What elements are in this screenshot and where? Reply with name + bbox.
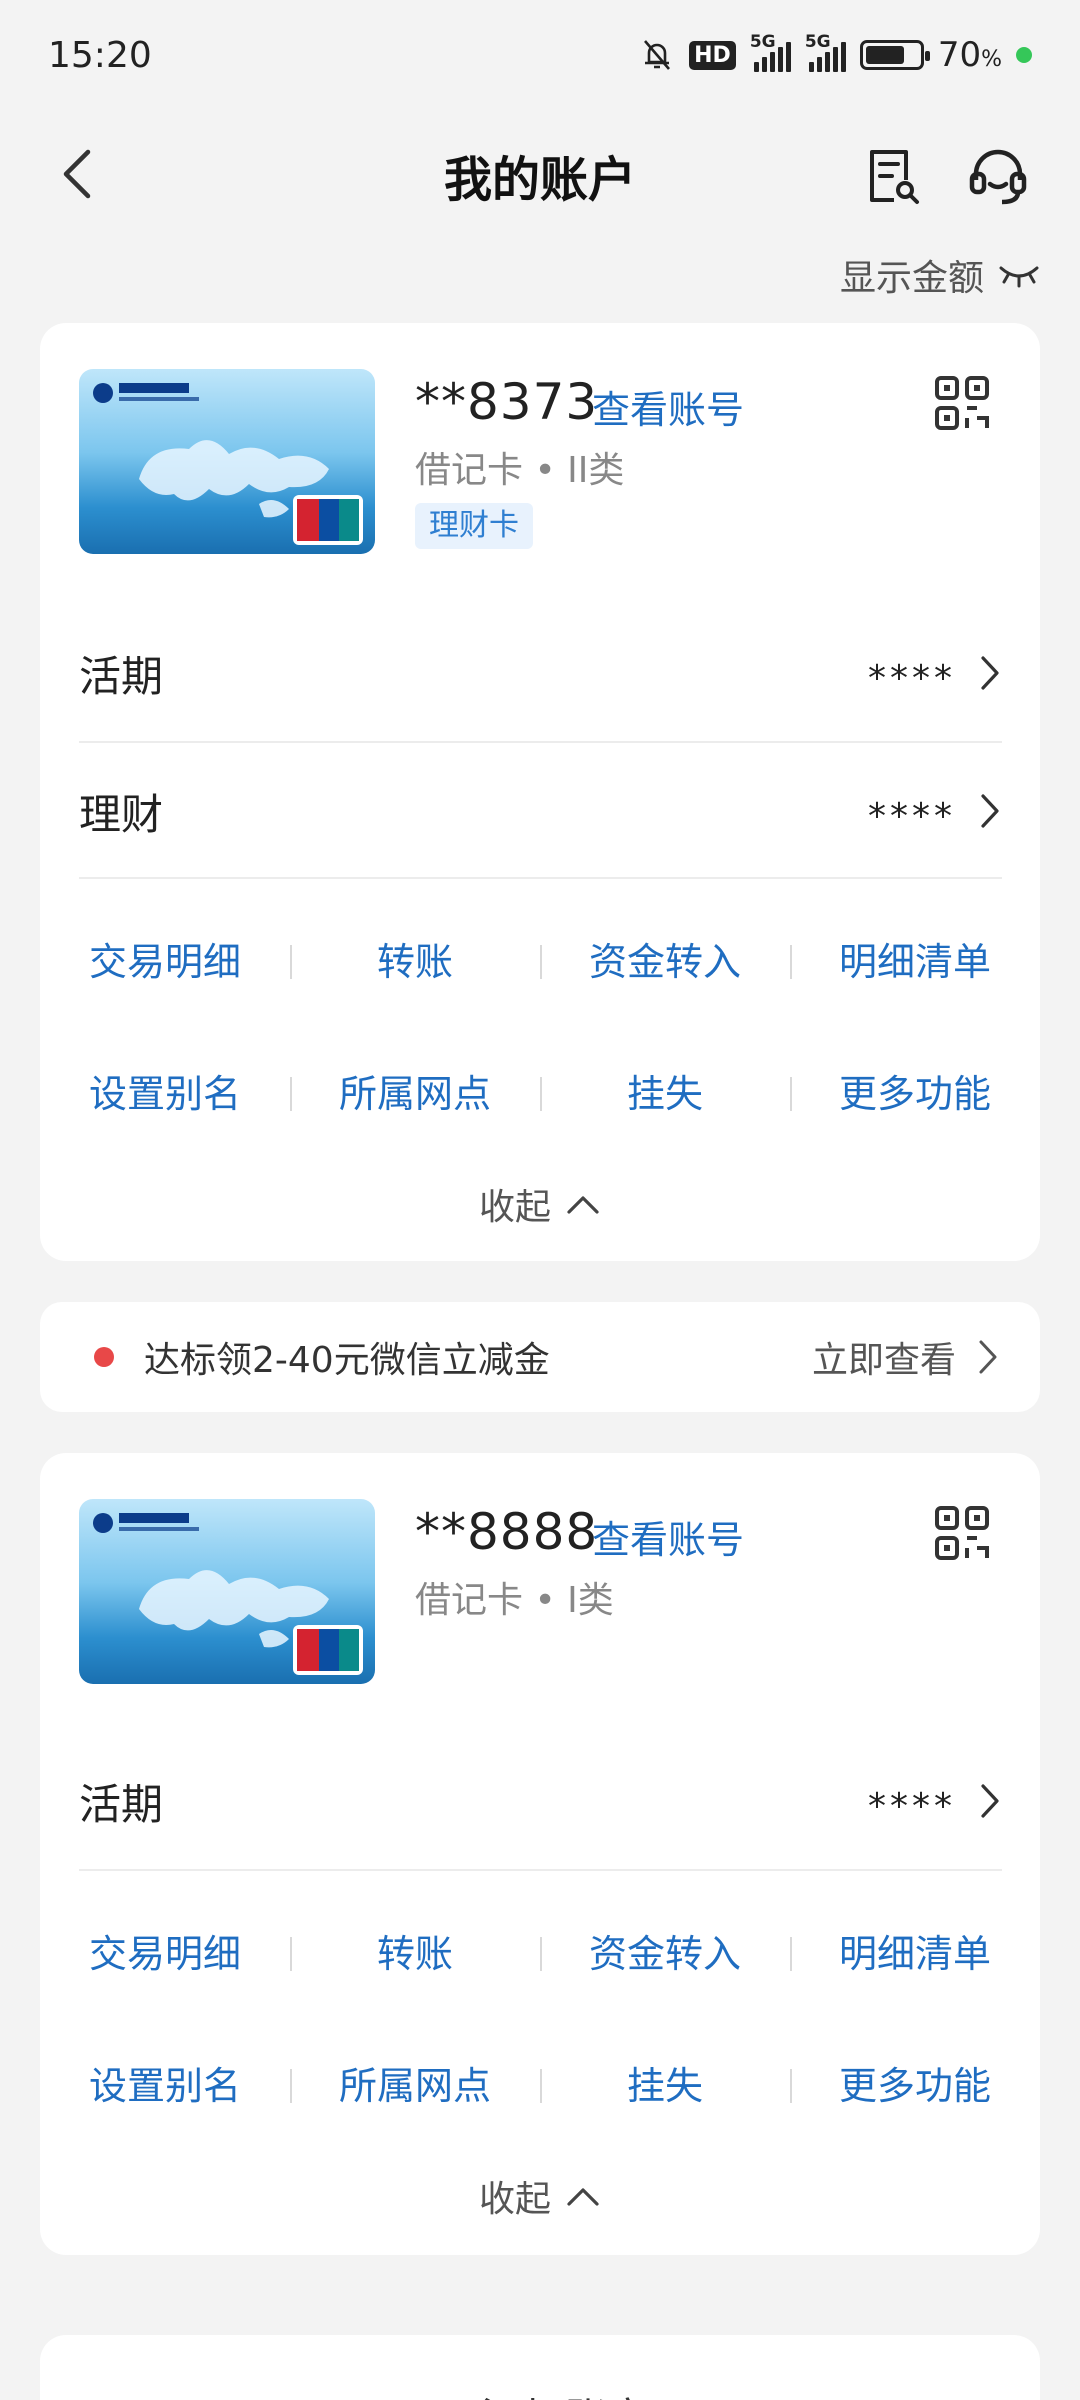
promo-dot-icon	[94, 1347, 114, 1367]
branch-button[interactable]: 所属网点	[290, 2055, 540, 2110]
account-card: **8373 查看账号 借记卡 • II类 理财卡 活期 **** 理财 ***…	[40, 323, 1040, 1261]
statement-button[interactable]: 明细清单	[790, 1923, 1040, 1978]
row-label: 活期	[79, 651, 164, 701]
transfer-button[interactable]: 转账	[290, 1923, 540, 1978]
chevron-right-icon	[981, 656, 999, 690]
battery-icon	[859, 40, 930, 70]
set-alias-button[interactable]: 设置别名	[40, 2055, 290, 2110]
account-number: **8888	[415, 1503, 599, 1561]
back-button[interactable]	[50, 144, 110, 204]
more-functions-button[interactable]: 更多功能	[790, 2055, 1040, 2110]
hd-icon: HD	[689, 40, 736, 70]
collapse-button[interactable]: 收起	[40, 1169, 1040, 1239]
card-type: 借记卡 • II类	[415, 450, 625, 491]
chevron-left-icon	[63, 149, 91, 199]
statement-button[interactable]: 明细清单	[790, 931, 1040, 986]
promo-text: 达标领2-40元微信立减金	[144, 1340, 550, 1381]
account-row-current[interactable]: 活期 ****	[79, 605, 1002, 741]
set-alias-button[interactable]: 设置别名	[40, 1063, 290, 1118]
privacy-indicator-icon	[1016, 47, 1032, 63]
fund-transfer-in-button[interactable]: 资金转入	[540, 931, 790, 986]
chevron-right-icon	[981, 1784, 999, 1818]
view-account-number-link[interactable]: 查看账号	[592, 379, 744, 434]
account-row-current[interactable]: 活期 ****	[79, 1733, 1002, 1869]
qr-code-icon	[935, 1506, 989, 1560]
account-number: **8373	[415, 373, 599, 431]
qr-code-icon	[935, 376, 989, 430]
action-row: 交易明细 转账 资金转入 明细清单	[40, 1905, 1040, 1995]
row-label: 理财	[79, 789, 164, 839]
action-row: 交易明细 转账 资金转入 明细清单	[40, 913, 1040, 1003]
chevron-up-icon	[567, 1196, 599, 1214]
records-button[interactable]	[862, 146, 922, 206]
promo-link-label: 立即查看	[811, 1340, 956, 1381]
promo-link[interactable]: 立即查看	[812, 1331, 1000, 1383]
view-account-number-link[interactable]: 查看账号	[592, 1509, 744, 1564]
qr-code-button[interactable]	[934, 375, 990, 431]
bank-card-image[interactable]	[79, 369, 375, 554]
show-amount-toggle[interactable]: 显示金额	[840, 245, 1040, 305]
collapse-label: 收起	[478, 2179, 551, 2220]
divider	[79, 877, 1002, 879]
action-row: 设置别名 所属网点 挂失 更多功能	[40, 1045, 1040, 1135]
transaction-details-button[interactable]: 交易明细	[40, 1923, 290, 1978]
row-value: ****	[868, 1785, 956, 1827]
divider	[79, 1869, 1002, 1871]
headset-icon	[969, 149, 1027, 205]
report-loss-button[interactable]: 挂失	[540, 1063, 790, 1118]
collapse-button[interactable]: 收起	[40, 2161, 1040, 2231]
fund-transfer-in-button[interactable]: 资金转入	[540, 1923, 790, 1978]
promo-banner[interactable]: 达标领2-40元微信立减金 立即查看	[40, 1302, 1040, 1412]
nav-bar: 我的账户	[0, 110, 1080, 240]
qr-code-button[interactable]	[934, 1505, 990, 1561]
add-account-button[interactable]: 添加账户	[40, 2335, 1040, 2400]
account-row-wealth[interactable]: 理财 ****	[79, 743, 1002, 879]
status-icons: HD 5G 5G 70%	[639, 32, 1032, 75]
report-loss-button[interactable]: 挂失	[540, 2055, 790, 2110]
add-account-label: 添加账户	[481, 2385, 649, 2400]
document-search-icon	[870, 150, 919, 204]
branch-button[interactable]: 所属网点	[290, 1063, 540, 1118]
transaction-details-button[interactable]: 交易明细	[40, 931, 290, 986]
bank-card-image[interactable]	[79, 1499, 375, 1684]
customer-service-button[interactable]	[966, 144, 1030, 208]
collapse-label: 收起	[478, 1187, 551, 1228]
show-amount-label: 显示金额	[839, 258, 984, 299]
transfer-button[interactable]: 转账	[290, 931, 540, 986]
signal-icon: 5G	[805, 32, 846, 72]
row-label: 活期	[79, 1779, 164, 1829]
card-type: 借记卡 • I类	[415, 1580, 614, 1621]
card-tag: 理财卡	[415, 503, 533, 549]
eye-closed-icon	[999, 266, 1039, 288]
row-value: ****	[868, 657, 956, 699]
battery-percent: 70%	[937, 35, 1002, 75]
bell-muted-icon	[639, 37, 675, 73]
action-row: 设置别名 所属网点 挂失 更多功能	[40, 2037, 1040, 2127]
chevron-up-icon	[567, 2188, 599, 2206]
status-bar: 15:20 HD 5G 5G 70%	[0, 0, 1080, 110]
page-title: 我的账户	[443, 152, 636, 208]
row-value: ****	[868, 795, 956, 837]
chevron-right-icon	[981, 794, 999, 828]
status-time: 15:20	[48, 34, 152, 76]
account-card: **8888 查看账号 借记卡 • I类 活期 **** 交易明细 转账 资金转…	[40, 1453, 1040, 2255]
signal-icon: 5G	[750, 32, 791, 72]
more-functions-button[interactable]: 更多功能	[790, 1063, 1040, 1118]
chevron-right-icon	[979, 1340, 997, 1374]
